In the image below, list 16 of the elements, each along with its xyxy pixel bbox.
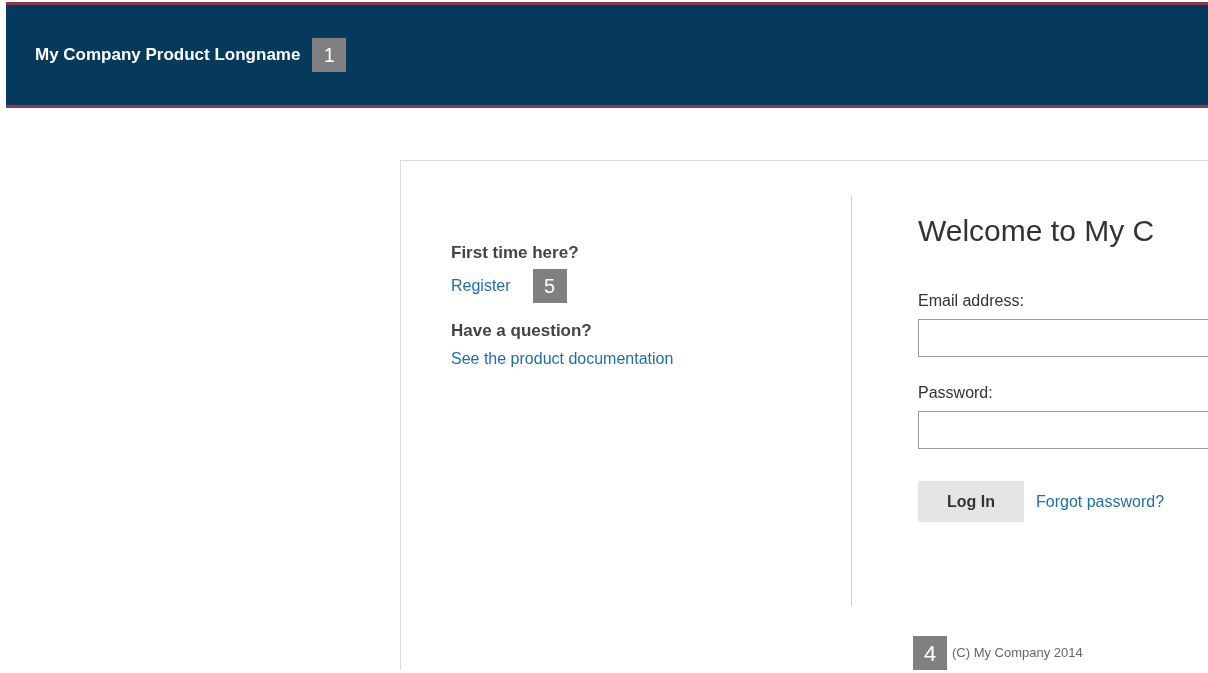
field-label: Email address: [918, 291, 1025, 311]
text-link[interactable]: Register [451, 274, 511, 298]
number-marker: 5 [532, 269, 567, 303]
text-link[interactable]: See the product documentation [451, 347, 674, 371]
field-label: Password: [918, 383, 994, 403]
copyright-text: (C) My Company 2014 [952, 644, 1083, 663]
login-button[interactable]: Log In [918, 481, 1024, 522]
number-marker: 4 [913, 636, 947, 670]
section-heading: Have a question? [451, 320, 593, 342]
input-field[interactable] [918, 411, 1208, 449]
product-title: My Company Product Longname [35, 44, 301, 67]
forgot-password-link[interactable]: Forgot password? [1036, 489, 1165, 514]
welcome-heading: Welcome to My C [918, 213, 1156, 249]
input-field[interactable] [918, 319, 1208, 357]
section-heading: First time here? [451, 242, 580, 264]
number-marker: 1 [312, 38, 347, 72]
